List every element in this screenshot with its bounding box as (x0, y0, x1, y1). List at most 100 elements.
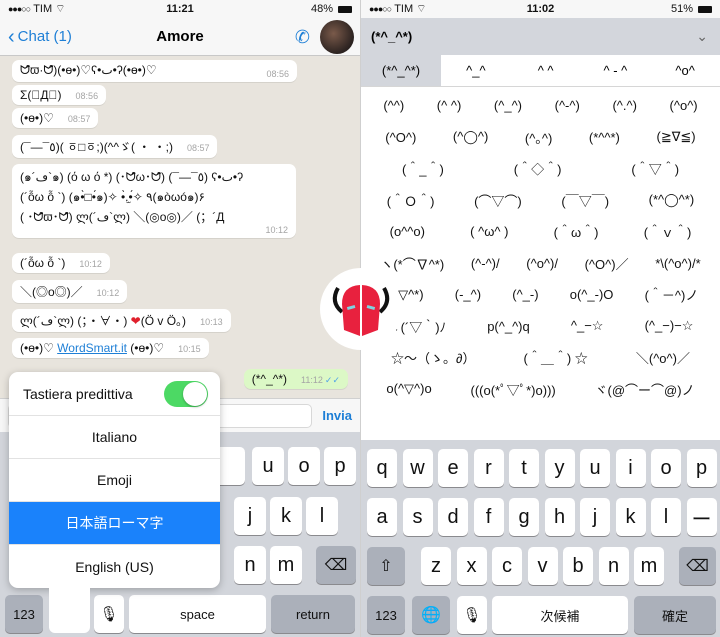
emoticon-item[interactable]: (≧∇≦) (656, 129, 695, 145)
emoticon-item[interactable]: (o^^o) (390, 224, 425, 239)
message-bubble[interactable]: ლ(´ڡ`ლ) (；・∀・) ❤(Ö v Ö。) 10:13 (12, 309, 231, 332)
emoticon-item[interactable]: (＾ω＾) (554, 222, 599, 241)
outgoing-message-bubble[interactable]: (*^_^*) 11:12 ✓✓ (243, 369, 348, 389)
numbers-key[interactable]: 123 (367, 596, 405, 634)
emoticon-item[interactable]: (^o^) (670, 98, 698, 113)
emoticon-item[interactable]: (＾_＾) (402, 159, 444, 178)
confirm-key[interactable]: 確定 (634, 596, 716, 634)
key-0[interactable]: a (367, 498, 397, 536)
emoticon-item[interactable]: (￣▽￣) (561, 191, 609, 210)
key-b[interactable]: b (563, 547, 593, 585)
emoticon-item[interactable]: ( ^ω^ ) (470, 224, 508, 239)
emoticon-item[interactable]: (＾＿＾) ☆ (524, 348, 588, 367)
emoticon-item[interactable]: o(^_-)O (570, 287, 614, 302)
language-option-italiano[interactable]: Italiano (9, 416, 220, 459)
key-6[interactable]: j (580, 498, 610, 536)
emoticon-item[interactable]: (＾－^)ノ (645, 285, 699, 304)
emoticon-item[interactable]: (^｡^) (525, 128, 552, 147)
key-1[interactable]: s (402, 498, 433, 536)
emoticon-item[interactable]: (＾Ｏ＾) (387, 191, 435, 210)
emoticon-item[interactable]: (^o^)/ (526, 256, 558, 271)
emoticon-item[interactable]: (*^^*) (589, 130, 620, 145)
emoticon-item[interactable]: (^_^) (494, 98, 522, 113)
emoticon-item[interactable]: (-_^) (455, 287, 481, 302)
emoticon-item[interactable]: (^-^)/ (471, 256, 500, 271)
key-n[interactable]: n (598, 547, 629, 585)
emoticon-item[interactable]: (＾ｖ＾) (644, 222, 692, 241)
emoticon-item[interactable]: *\(^o^)/* (655, 256, 700, 271)
language-option-japanese-romaji[interactable]: 日本語ローマ字 (9, 502, 220, 545)
message-bubble[interactable]: (๑´ڡ`๑) (ό ω ό *) (･ᗢ̑ω･ᗢ̑) (¯—¯٥) ʕ•ٮ•ʔ… (12, 164, 296, 238)
emoticon-item[interactable]: ☆〜（ゝ。∂） (391, 348, 475, 367)
key-p[interactable]: p (324, 447, 356, 485)
key-c[interactable]: c (492, 547, 522, 585)
key-o[interactable]: o (288, 447, 320, 485)
emoticon-item[interactable]: (＾◇＾) (514, 159, 562, 178)
chevron-down-icon[interactable]: ⌄ (696, 28, 708, 45)
key-v[interactable]: v (527, 547, 558, 585)
message-bubble[interactable]: (•ɵ•)♡ WordSmart.it (•ɵ•)♡ 10:15 (12, 338, 209, 358)
globe-key[interactable]: 🌐 (412, 596, 450, 634)
message-bubble[interactable]: (´ỗω ỗ `) 10:12 (12, 253, 110, 273)
key-m[interactable]: m (270, 546, 302, 584)
contact-avatar[interactable] (320, 20, 354, 54)
backspace-key[interactable]: ⌫ (316, 546, 356, 584)
key-t[interactable]: t (509, 449, 539, 487)
emoticon-item[interactable]: (((o(*ﾟ▽ﾟ*)o))) (471, 380, 556, 399)
shift-key[interactable]: ⇧ (367, 547, 405, 585)
emoticon-item[interactable]: (⌒▽⌒) (474, 191, 522, 210)
call-icon[interactable]: ✆ (295, 27, 310, 48)
key-l[interactable]: l (306, 497, 338, 535)
emoticon-item[interactable]: (^◯^) (453, 129, 488, 145)
key-z[interactable]: z (421, 547, 451, 585)
candidate-item[interactable]: (*^_^*) (361, 55, 441, 86)
emoticon-item[interactable]: (^-^) (555, 98, 580, 113)
key-2[interactable]: d (438, 498, 468, 536)
language-option-english-us[interactable]: English (US) (9, 545, 220, 588)
emoticon-item[interactable]: (^O^)／ (585, 254, 629, 273)
key-3[interactable]: f (473, 498, 504, 536)
key-k[interactable]: k (270, 497, 302, 535)
emoticon-item[interactable]: (^^) (383, 98, 404, 113)
key-i[interactable]: i (615, 449, 646, 487)
key-9[interactable]: ー (686, 498, 717, 536)
key-8[interactable]: l (651, 498, 681, 536)
emoticon-item[interactable]: ヾ(@⌒ー⌒@)ノ (595, 380, 695, 399)
key-n[interactable]: n (234, 546, 266, 584)
candidate-item[interactable]: ^ ^ (511, 63, 581, 78)
key-m[interactable]: m (634, 547, 664, 585)
wordsmart-link[interactable]: WordSmart.it (57, 341, 127, 355)
space-key[interactable]: space (129, 595, 266, 633)
key-4[interactable]: g (509, 498, 539, 536)
emoticon-item[interactable]: (^_−)−☆ (645, 318, 694, 334)
mic-key[interactable]: 🎙 (94, 595, 124, 633)
key-w[interactable]: w (402, 449, 433, 487)
key-7[interactable]: k (615, 498, 646, 536)
key-j[interactable]: j (234, 497, 266, 535)
candidate-item[interactable]: ^_^ (441, 63, 511, 78)
emoticon-item[interactable]: (^ ^) (437, 98, 461, 113)
candidate-item[interactable]: ^o^ (650, 63, 720, 78)
emoticon-item[interactable]: ＼(^o^)／ (636, 348, 690, 367)
message-bubble[interactable]: Σ(゚Д゚) 08:56 (12, 85, 107, 105)
candidate-item[interactable]: ^ - ^ (581, 63, 651, 78)
emoticon-item[interactable]: o(^▽^)o (386, 381, 431, 397)
emoticon-item[interactable]: (^O^) (385, 130, 416, 145)
return-key[interactable]: return (271, 595, 355, 633)
message-bubble[interactable]: (•ɵ•)♡ 08:57 (12, 108, 99, 128)
key-e[interactable]: e (438, 449, 468, 487)
emoticon-item[interactable]: (^_-) (512, 287, 538, 302)
next-candidate-key[interactable]: 次候補 (492, 596, 628, 634)
emoticon-item[interactable]: (^.^) (612, 98, 636, 113)
numbers-key[interactable]: 123 (5, 595, 43, 633)
message-bubble[interactable]: ᗢ̑ϖ·ᗢ̑)(•ɵ•)♡ʕ•ٮ•ʔ(•ɵ•)♡ 08:56 (12, 60, 297, 82)
backspace-key[interactable]: ⌫ (679, 547, 716, 585)
send-button[interactable]: Invia (322, 408, 352, 423)
predictive-toggle[interactable] (164, 380, 208, 407)
message-bubble[interactable]: ＼(◎o◎)／ 10:12 (12, 280, 128, 303)
key-x[interactable]: x (456, 547, 487, 585)
globe-key-highlight[interactable] (49, 584, 90, 633)
key-r[interactable]: r (473, 449, 504, 487)
key-5[interactable]: h (544, 498, 575, 536)
message-bubble[interactable]: (¯—¯٥)( ㆆ□ㆆ;)(^^ゞ( ・ ・;) 08:57 (12, 135, 218, 158)
